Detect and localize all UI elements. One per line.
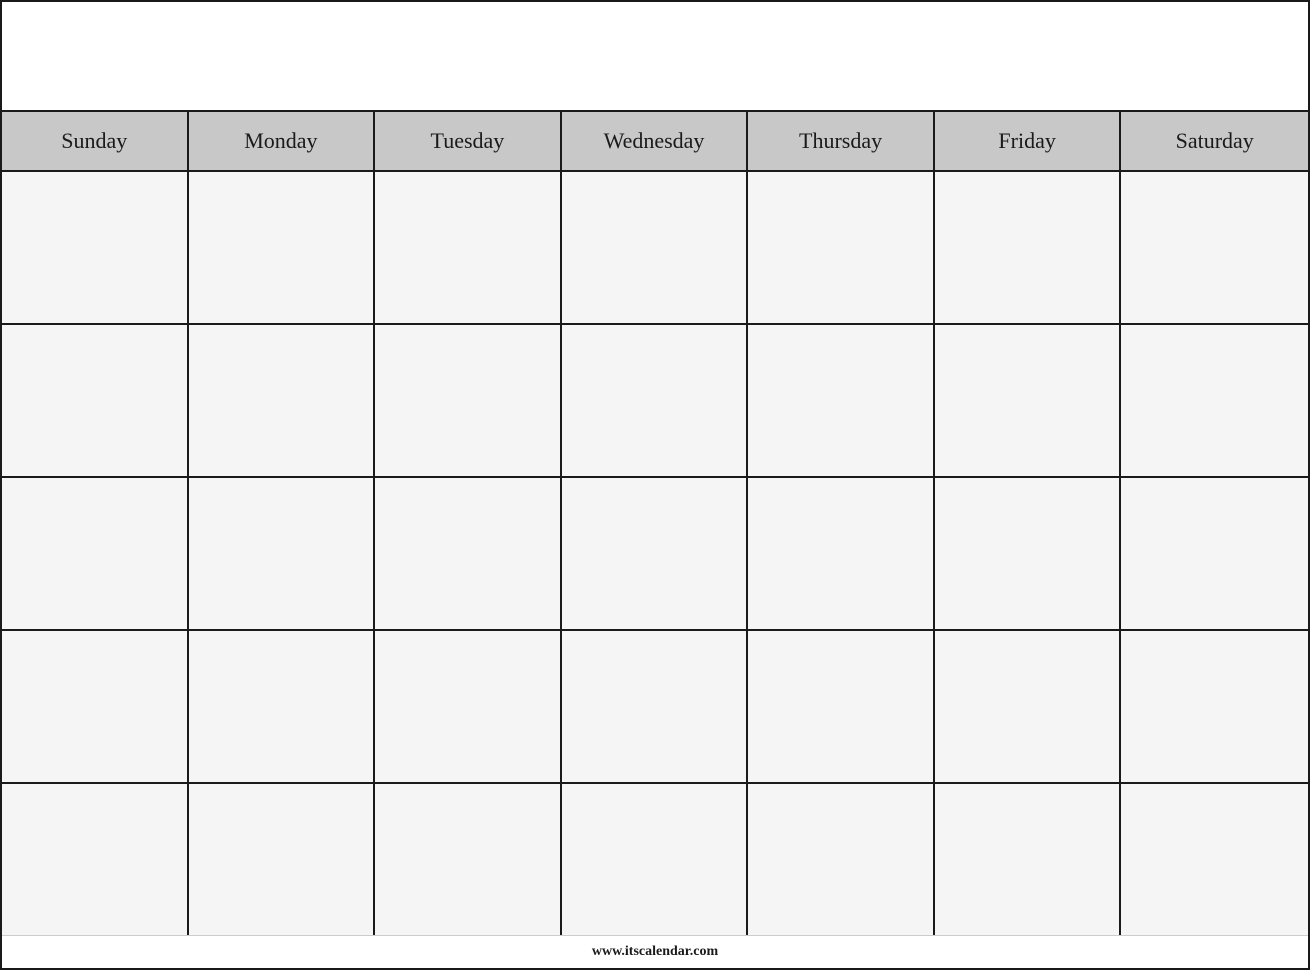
day-headers-row: Sunday Monday Tuesday Wednesday Thursday… <box>2 112 1308 172</box>
cell-r1-c5[interactable] <box>748 172 935 323</box>
cell-r2-c1[interactable] <box>2 325 189 476</box>
calendar-body <box>2 172 1308 935</box>
cell-r3-c6[interactable] <box>935 478 1122 629</box>
cell-r2-c7[interactable] <box>1121 325 1308 476</box>
cell-r3-c2[interactable] <box>189 478 376 629</box>
cell-r3-c7[interactable] <box>1121 478 1308 629</box>
header-sunday: Sunday <box>2 112 189 170</box>
cell-r3-c5[interactable] <box>748 478 935 629</box>
cell-r5-c6[interactable] <box>935 784 1122 935</box>
cell-r4-c4[interactable] <box>562 631 749 782</box>
cell-r2-c5[interactable] <box>748 325 935 476</box>
calendar-footer: www.itscalendar.com <box>2 935 1308 968</box>
cell-r2-c3[interactable] <box>375 325 562 476</box>
cell-r2-c2[interactable] <box>189 325 376 476</box>
calendar-grid: Sunday Monday Tuesday Wednesday Thursday… <box>2 112 1308 935</box>
cell-r5-c1[interactable] <box>2 784 189 935</box>
cell-r4-c2[interactable] <box>189 631 376 782</box>
header-friday: Friday <box>935 112 1122 170</box>
cell-r4-c5[interactable] <box>748 631 935 782</box>
cell-r5-c5[interactable] <box>748 784 935 935</box>
cell-r2-c6[interactable] <box>935 325 1122 476</box>
cell-r4-c7[interactable] <box>1121 631 1308 782</box>
header-saturday: Saturday <box>1121 112 1308 170</box>
footer-url: www.itscalendar.com <box>592 944 718 959</box>
cell-r3-c4[interactable] <box>562 478 749 629</box>
cell-r1-c6[interactable] <box>935 172 1122 323</box>
cell-r4-c1[interactable] <box>2 631 189 782</box>
cell-r1-c7[interactable] <box>1121 172 1308 323</box>
header-thursday: Thursday <box>748 112 935 170</box>
calendar-row-1 <box>2 172 1308 325</box>
cell-r4-c3[interactable] <box>375 631 562 782</box>
cell-r1-c1[interactable] <box>2 172 189 323</box>
cell-r1-c2[interactable] <box>189 172 376 323</box>
cell-r3-c3[interactable] <box>375 478 562 629</box>
cell-r5-c7[interactable] <box>1121 784 1308 935</box>
calendar-row-4 <box>2 631 1308 784</box>
cell-r5-c3[interactable] <box>375 784 562 935</box>
calendar-container: Sunday Monday Tuesday Wednesday Thursday… <box>0 0 1310 970</box>
calendar-row-3 <box>2 478 1308 631</box>
calendar-row-2 <box>2 325 1308 478</box>
cell-r5-c4[interactable] <box>562 784 749 935</box>
calendar-row-5 <box>2 784 1308 935</box>
header-monday: Monday <box>189 112 376 170</box>
cell-r3-c1[interactable] <box>2 478 189 629</box>
cell-r2-c4[interactable] <box>562 325 749 476</box>
cell-r5-c2[interactable] <box>189 784 376 935</box>
calendar-title-area <box>2 2 1308 112</box>
header-wednesday: Wednesday <box>562 112 749 170</box>
cell-r1-c4[interactable] <box>562 172 749 323</box>
cell-r4-c6[interactable] <box>935 631 1122 782</box>
header-tuesday: Tuesday <box>375 112 562 170</box>
cell-r1-c3[interactable] <box>375 172 562 323</box>
